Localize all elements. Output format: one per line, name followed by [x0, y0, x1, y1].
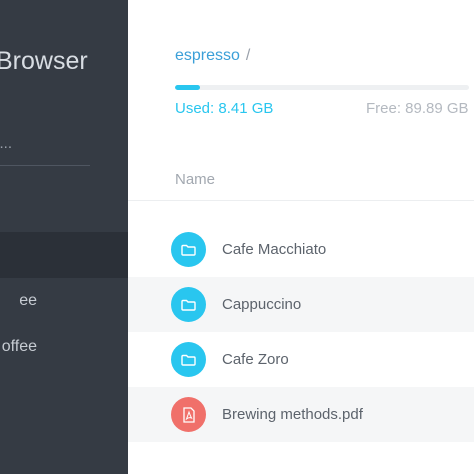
sidebar-item-label: ee: [19, 292, 37, 309]
sidebar-item-coffee[interactable]: ee: [0, 278, 128, 324]
header-divider: [128, 200, 474, 201]
file-name: Cafe Zoro: [222, 351, 289, 368]
main-panel: espresso / Used: 8.41 GB Free: 89.89 GB N…: [128, 0, 474, 474]
file-row[interactable]: Cappuccino: [128, 277, 474, 332]
sidebar: Browser s... ee offee: [0, 0, 128, 474]
breadcrumb: espresso /: [175, 47, 250, 65]
storage-used-label: Used: 8.41 GB: [175, 100, 274, 117]
storage-free-label: Free: 89.89 GB: [366, 100, 469, 117]
folder-icon: [171, 287, 206, 322]
folder-icon: [171, 232, 206, 267]
file-row[interactable]: Cafe Zoro: [128, 332, 474, 387]
breadcrumb-separator: /: [245, 47, 251, 64]
storage-usage-fill: [175, 85, 201, 90]
sidebar-nav: ee offee: [0, 232, 128, 370]
file-name: Cappuccino: [222, 296, 302, 313]
sidebar-item-label: offee: [1, 338, 37, 355]
sidebar-item-coffee-2[interactable]: offee: [0, 324, 128, 370]
file-name: Brewing methods.pdf: [222, 406, 363, 423]
file-row[interactable]: Brewing methods.pdf: [128, 387, 474, 442]
file-list: Cafe Macchiato Cappuccino Cafe Zoro Brew…: [128, 222, 474, 442]
app-title: Browser: [0, 47, 88, 75]
sidebar-search-input[interactable]: s...: [0, 133, 90, 166]
search-placeholder: s...: [0, 135, 13, 152]
file-name: Cafe Macchiato: [222, 241, 327, 258]
pdf-file-icon: [171, 397, 206, 432]
folder-icon: [171, 342, 206, 377]
sidebar-item-active[interactable]: [0, 232, 128, 278]
column-header-name[interactable]: Name: [175, 171, 215, 188]
storage-usage-bar: [175, 85, 469, 90]
breadcrumb-current[interactable]: espresso: [175, 47, 240, 64]
file-row[interactable]: Cafe Macchiato: [128, 222, 474, 277]
